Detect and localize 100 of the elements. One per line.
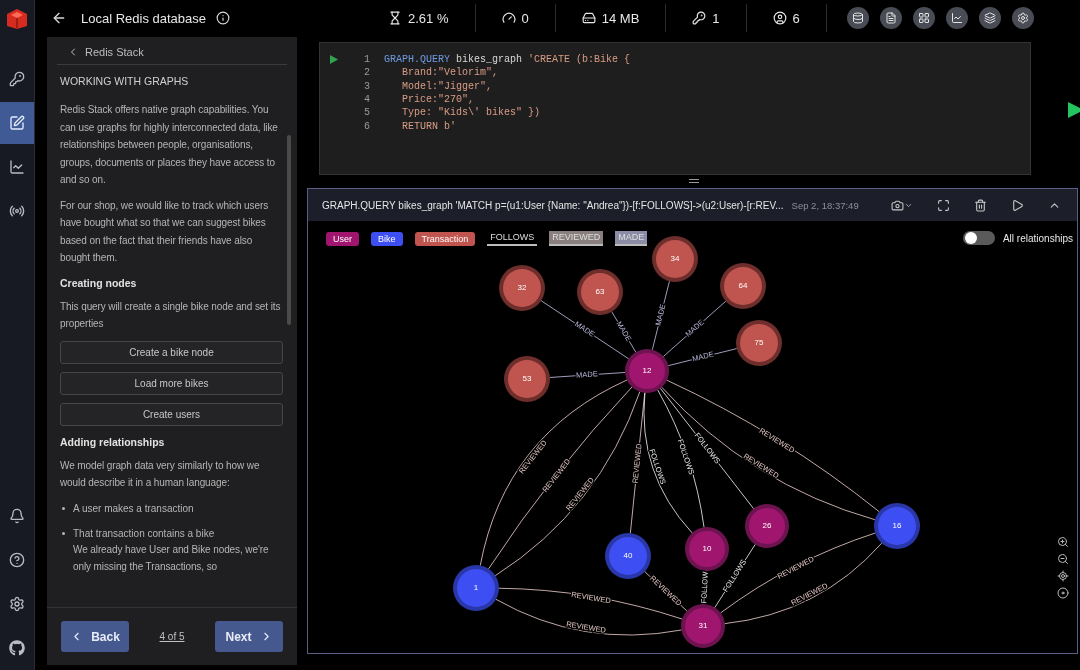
code-line: GRAPH.QUERY bikes_graph 'CREATE (b:Bike { — [384, 54, 631, 66]
guide-paragraph: We already have User and Bike nodes, we're only missing the Transactions, so — [73, 542, 270, 574]
code-line: Type: "Kids\' bikes" }) — [401, 107, 541, 119]
disc-icon — [1057, 587, 1069, 599]
drive-icon — [581, 11, 596, 25]
graph-node[interactable]: 64 — [720, 263, 766, 309]
graph-node[interactable]: 31 — [681, 604, 725, 648]
code-line: Model:"Jigger", — [401, 80, 493, 92]
graph-node[interactable]: 12 — [625, 349, 669, 393]
target-icon — [1057, 570, 1069, 582]
broadcast-icon — [9, 203, 25, 219]
zoom-out-icon — [1057, 553, 1069, 565]
nav-item[interactable] — [0, 102, 34, 144]
relationship-tag[interactable]: FOLLOWS — [487, 231, 538, 246]
line-number: 1 — [363, 54, 371, 66]
guide-button[interactable]: Load more bikes — [60, 371, 283, 395]
bullet-text: That transaction contains a bike — [73, 526, 215, 541]
page-indicator-link[interactable]: 4 of 5 — [159, 631, 185, 642]
relationships-toggle[interactable] — [962, 231, 995, 245]
graph-node[interactable]: 10 — [685, 527, 729, 571]
help-icon — [9, 552, 25, 568]
bullet-icon — [62, 531, 65, 535]
query-text: GRAPH.QUERY bikes_graph 'MATCH p=(u1:User {Name: "Andrea"})-[f:FOLLOWS]->(u2:User)-[r:REV... — [322, 199, 784, 211]
graph-node[interactable]: 32 — [499, 265, 545, 311]
guide-heading: WORKING WITH GRAPHS — [60, 75, 190, 87]
query-time: Sep 2, 18:37:49 — [791, 199, 859, 211]
code-line: Price:"270", — [401, 94, 474, 106]
layers-button[interactable] — [978, 7, 1001, 29]
bell-icon — [9, 508, 25, 524]
node-type-tag[interactable]: User — [326, 231, 359, 246]
guide-button[interactable]: Create users — [60, 402, 283, 426]
line-number: 4 — [363, 94, 371, 106]
layers-icon — [983, 12, 996, 24]
bullet-icon — [62, 506, 65, 510]
stat-value: 2.61 % — [408, 10, 449, 26]
guide-paragraph: This query will create a single bike node and set its properties — [60, 299, 282, 331]
graph-node[interactable]: 16 — [874, 503, 920, 549]
graph-node[interactable]: 26 — [745, 504, 789, 548]
section-heading: Adding relationships — [60, 435, 166, 448]
database-button[interactable] — [846, 7, 869, 29]
guide-paragraph: Redis Stack offers native graph capabilities. You can use graphs for highly interconnected data, like relationships between people, organisations, groups, documents or places they have access to and so on. — [60, 103, 279, 187]
settings-icon — [1016, 12, 1029, 24]
grid-button[interactable] — [912, 7, 935, 29]
chart-icon — [9, 159, 25, 175]
back-button[interactable] — [51, 10, 67, 26]
info-button[interactable] — [216, 11, 231, 25]
center-button[interactable] — [1057, 570, 1069, 582]
scrollbar-thumb[interactable] — [287, 135, 291, 325]
play-icon[interactable] — [330, 55, 338, 65]
edit-icon — [9, 115, 25, 131]
line-number: 5 — [363, 107, 371, 119]
next-button[interactable]: Next — [215, 621, 283, 652]
toggle-label: All relationships — [1002, 232, 1073, 244]
hourglass-icon — [388, 11, 403, 25]
database-title: Local Redis database — [81, 10, 207, 26]
relationship-tag[interactable]: REVIEWED — [549, 231, 604, 246]
arrow-left-icon — [51, 10, 67, 26]
bullet-text: A user makes a transaction — [73, 501, 194, 516]
trash-icon — [973, 198, 987, 212]
database-icon — [851, 12, 864, 24]
fullscreen-icon — [936, 198, 950, 212]
graph-node[interactable]: 1 — [453, 565, 499, 611]
section-heading: Creating nodes — [60, 276, 138, 289]
code-line: RETURN b' — [401, 120, 456, 132]
grid-icon — [917, 12, 930, 24]
settings-button[interactable] — [1011, 7, 1034, 29]
resize-handle[interactable] — [688, 179, 699, 183]
file-icon — [884, 12, 897, 24]
node-type-tag[interactable]: Transaction — [414, 231, 476, 246]
zoom-in-icon — [1057, 536, 1069, 548]
graph-node[interactable]: 40 — [605, 533, 651, 579]
node-type-tag[interactable]: Bike — [371, 231, 403, 246]
graph-node[interactable]: 75 — [736, 320, 782, 366]
line-number: 3 — [363, 80, 371, 92]
chart-button[interactable] — [945, 7, 968, 29]
line-number: 6 — [363, 120, 371, 132]
stat-value: 0 — [521, 10, 529, 26]
graph-node[interactable]: 63 — [577, 269, 623, 315]
settings-icon — [9, 596, 25, 612]
code-editor[interactable]: 1 GRAPH.QUERY bikes_graph 'CREATE (b:Bike { 2 Brand:"Velorim", 3 Model:"Jigger", 4 Price:"270", 5 Type: "Kids\' bikes" }) 6 RETURN b' — [319, 42, 1031, 175]
guide-back-link[interactable]: Redis Stack — [57, 37, 287, 65]
guide-button[interactable]: Create a bike node — [60, 340, 283, 364]
gauge-icon — [501, 11, 516, 25]
file-button[interactable] — [879, 7, 902, 29]
stat-value: 14 MB — [601, 10, 640, 26]
key-icon — [9, 71, 25, 87]
run-button[interactable] — [1068, 101, 1080, 118]
chart-icon — [950, 12, 963, 24]
logo-icon[interactable] — [5, 6, 29, 30]
zoom-out-button[interactable] — [1057, 553, 1069, 565]
fit-button[interactable] — [1057, 587, 1069, 599]
key-icon — [692, 11, 707, 25]
back-button[interactable]: Back — [61, 621, 129, 652]
camera-icon — [890, 198, 904, 212]
graph-node[interactable]: 53 — [504, 356, 550, 402]
stat-value: 6 — [792, 10, 800, 26]
zoom-in-button[interactable] — [1057, 536, 1069, 548]
guide-paragraph: We model graph data very similarly to how we would describe it in a human language: — [60, 458, 261, 490]
graph-node[interactable]: 34 — [652, 236, 698, 282]
play-icon — [1010, 198, 1024, 212]
